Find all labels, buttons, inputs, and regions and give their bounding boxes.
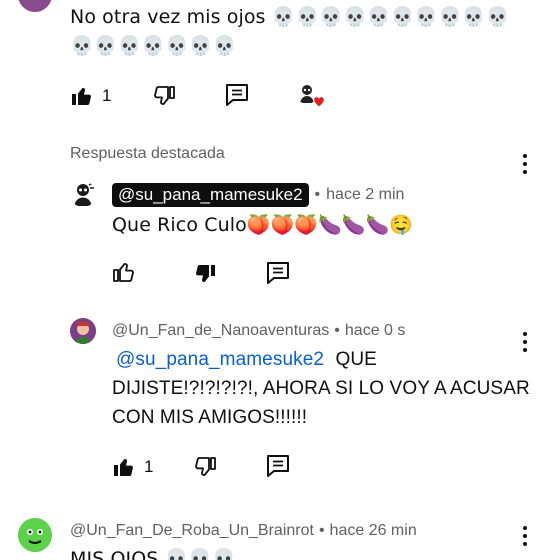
- avatar-brainrot[interactable]: [18, 518, 52, 552]
- reply-icon[interactable]: [265, 453, 291, 479]
- comment-text: No otra vez mis ojos 💀💀💀💀💀💀💀💀💀💀: [70, 6, 510, 28]
- more-options-icon: [523, 332, 527, 336]
- creator-heart-icon: [313, 96, 325, 108]
- reply-text-line3: CON MIS AMIGOS!!!!!!: [112, 407, 308, 428]
- author-name[interactable]: @Un_Fan_de_Nanoaventuras: [112, 322, 329, 340]
- reply-header: @su_pana_mamesuke2 • hace 2 min: [112, 183, 404, 207]
- comment-text-line2: 💀💀💀💀💀💀💀: [70, 35, 237, 57]
- more-options-button[interactable]: [522, 332, 528, 352]
- separator: •: [318, 522, 325, 539]
- more-options-icon: [523, 526, 527, 530]
- comment-header: @Un_Fan_De_Roba_Un_Brainrot • hace 26 mi…: [70, 522, 417, 540]
- reply-icon[interactable]: [265, 260, 291, 286]
- avatar-nanoaventuras[interactable]: [70, 318, 96, 344]
- more-options-button[interactable]: [522, 154, 528, 174]
- reply-icon[interactable]: [224, 82, 250, 108]
- reply-text: Que Rico Culo🍑🍑🍑🍆🍆🍆🤤: [112, 214, 414, 236]
- avatar-top-comment[interactable]: [18, 0, 52, 12]
- reply-header: @Un_Fan_de_Nanoaventuras • hace 0 s: [112, 322, 405, 340]
- like-icon[interactable]: [112, 260, 136, 284]
- creator-heart-badge: [296, 82, 328, 110]
- mention-link[interactable]: @su_pana_mamesuke2: [116, 349, 324, 370]
- more-options-button[interactable]: [522, 526, 528, 546]
- like-icon: [72, 88, 91, 105]
- like-button[interactable]: 1: [112, 453, 172, 481]
- like-count: 1: [144, 457, 154, 476]
- separator: •: [334, 322, 340, 339]
- separator: •: [314, 186, 321, 203]
- reply-text: QUE: [335, 349, 377, 370]
- like-count: 1: [102, 86, 112, 105]
- more-options-icon: [523, 154, 527, 158]
- reply-text-line1: @su_pana_mamesuke2 QUE: [112, 345, 377, 374]
- dislike-icon[interactable]: [193, 262, 217, 286]
- timestamp[interactable]: hace 26 min: [330, 522, 417, 540]
- timestamp[interactable]: hace 2 min: [326, 186, 404, 204]
- like-button[interactable]: 1: [70, 82, 130, 110]
- featured-reply-label: Respuesta destacada: [70, 145, 225, 162]
- dislike-icon[interactable]: [152, 84, 176, 108]
- comment-text: MIS OJOS 💀💀💀: [70, 548, 236, 560]
- avatar-su-pana[interactable]: [70, 181, 96, 207]
- like-icon: [114, 459, 133, 476]
- timestamp[interactable]: hace 0 s: [345, 322, 405, 340]
- author-chip[interactable]: @su_pana_mamesuke2: [112, 183, 309, 207]
- dislike-icon[interactable]: [193, 455, 217, 479]
- author-name[interactable]: @Un_Fan_De_Roba_Un_Brainrot: [70, 522, 314, 540]
- reply-text-line2: DIJISTE!?!?!?!?!, AHORA SI LO VOY A ACUS…: [112, 378, 530, 399]
